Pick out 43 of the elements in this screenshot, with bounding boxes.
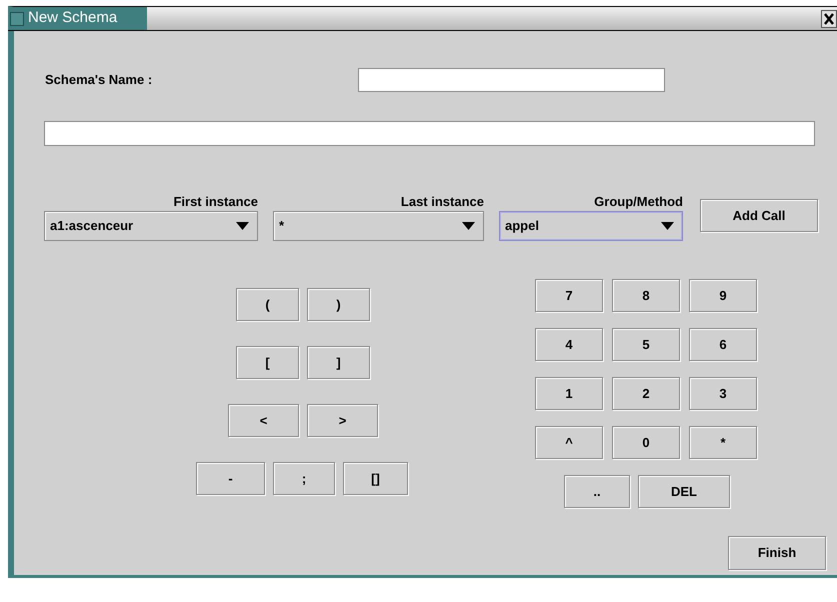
symbol-key[interactable]: > bbox=[307, 404, 378, 437]
finish-button[interactable]: Finish bbox=[728, 536, 826, 570]
dropdown[interactable]: * bbox=[273, 211, 484, 241]
expression-field[interactable] bbox=[44, 121, 815, 146]
combo-label: Last instance bbox=[400, 193, 484, 211]
keypad-key[interactable]: 6 bbox=[689, 328, 757, 361]
symbol-key[interactable]: - bbox=[196, 462, 265, 495]
keypad-key[interactable]: 5 bbox=[612, 328, 680, 361]
keypad-key[interactable]: 8 bbox=[612, 279, 680, 312]
dropdown-arrow-icon bbox=[462, 222, 475, 230]
combo-label: First instance bbox=[172, 193, 258, 211]
dropdown-value: a1:ascenceur bbox=[50, 217, 134, 236]
window-title: New Schema bbox=[28, 8, 118, 28]
symbol-key[interactable]: ; bbox=[273, 462, 335, 495]
symbol-key[interactable]: [] bbox=[343, 462, 408, 495]
symbol-key[interactable]: ) bbox=[307, 288, 370, 321]
keypad-key[interactable]: DEL bbox=[638, 475, 730, 508]
symbol-key[interactable]: ] bbox=[307, 346, 370, 379]
dropdown-arrow-icon bbox=[236, 222, 249, 230]
dropdown-value: appel bbox=[505, 217, 540, 236]
keypad-key[interactable]: 4 bbox=[535, 328, 603, 361]
schema-name-field[interactable] bbox=[358, 68, 665, 92]
keypad-key[interactable]: .. bbox=[564, 475, 630, 508]
symbol-key[interactable]: ( bbox=[236, 288, 299, 321]
keypad-key[interactable]: 0 bbox=[612, 426, 680, 459]
keypad-key[interactable]: * bbox=[689, 426, 757, 459]
keypad-key[interactable]: 2 bbox=[612, 377, 680, 410]
keypad-key[interactable]: 1 bbox=[535, 377, 603, 410]
schema-name-label: Schema's Name : bbox=[45, 71, 154, 90]
keypad-key[interactable]: 7 bbox=[535, 279, 603, 312]
add-call-button[interactable]: Add Call bbox=[700, 199, 818, 232]
keypad-key[interactable]: ^ bbox=[535, 426, 603, 459]
combo-label: Group/Method bbox=[593, 193, 683, 211]
keypad-key[interactable]: 3 bbox=[689, 377, 757, 410]
window-menu-icon[interactable] bbox=[10, 12, 24, 26]
symbol-key[interactable]: < bbox=[228, 404, 299, 437]
dropdown[interactable]: a1:ascenceur bbox=[44, 211, 258, 241]
dropdown-value: * bbox=[279, 217, 286, 236]
keypad-key[interactable]: 9 bbox=[689, 279, 757, 312]
close-icon[interactable] bbox=[821, 10, 837, 28]
dropdown-arrow-icon bbox=[661, 222, 674, 230]
symbol-key[interactable]: [ bbox=[236, 346, 299, 379]
dropdown[interactable]: appel bbox=[499, 211, 683, 241]
